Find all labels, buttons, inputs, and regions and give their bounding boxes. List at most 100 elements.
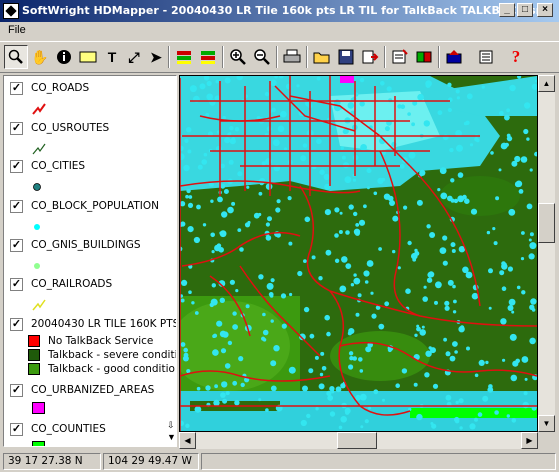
menu-file[interactable]: File (8, 24, 26, 36)
population-dot (425, 83, 431, 88)
layer-checkbox[interactable]: ✓ (10, 82, 23, 95)
layer-list-icon[interactable] (474, 45, 498, 69)
zoom-in-icon[interactable] (226, 45, 250, 69)
zoom-tool-icon[interactable] (4, 45, 28, 69)
population-dot (222, 115, 226, 120)
population-dot (188, 290, 192, 294)
population-dot (219, 330, 227, 338)
scroll-right-button[interactable]: ▶ (521, 432, 538, 449)
population-dot (280, 110, 287, 118)
population-dot (306, 413, 311, 419)
population-dot (453, 299, 457, 304)
population-dot (444, 300, 450, 306)
population-dot (499, 110, 504, 116)
population-dot (334, 233, 339, 238)
population-dot (429, 232, 436, 238)
layers-icon[interactable] (172, 45, 196, 69)
population-dot (237, 228, 242, 233)
layer-checkbox[interactable]: ✓ (10, 423, 23, 436)
scroll-up-arrow-icon[interactable]: ⇩ (167, 420, 175, 431)
population-dot (414, 333, 418, 337)
population-dot (499, 270, 505, 276)
scroll-down-button[interactable]: ▼ (538, 415, 555, 432)
population-dot (450, 242, 456, 248)
population-dot (187, 149, 192, 154)
layer-checkbox[interactable]: ✓ (10, 160, 23, 173)
population-dot (462, 266, 469, 274)
label-tool-icon[interactable] (76, 45, 100, 69)
population-dot (411, 252, 418, 260)
population-dot (281, 323, 287, 329)
properties-icon[interactable] (388, 45, 412, 69)
population-dot (266, 126, 272, 132)
add-layer-icon[interactable] (442, 45, 466, 69)
population-dot (426, 224, 431, 229)
population-dot (432, 383, 439, 389)
info-icon[interactable] (52, 45, 76, 69)
layer-edit-icon[interactable] (412, 45, 436, 69)
save-icon[interactable] (334, 45, 358, 69)
population-dot (469, 143, 474, 147)
app-icon[interactable] (3, 3, 19, 19)
menu-bar: File (0, 22, 559, 40)
population-dot (488, 268, 493, 274)
export-icon[interactable] (358, 45, 382, 69)
text-tool-icon[interactable]: T (100, 45, 124, 69)
layer-checkbox[interactable]: ✓ (10, 318, 23, 331)
population-dot (421, 325, 425, 329)
population-dot (452, 341, 458, 347)
population-dot (314, 355, 319, 360)
population-dot (304, 216, 311, 223)
population-dot (288, 366, 296, 374)
scroll-left-button[interactable]: ◀ (179, 432, 196, 449)
population-dot (185, 423, 190, 428)
line-tool-icon[interactable]: ⤢ (122, 45, 146, 69)
map-horizontal-scrollbar[interactable]: ◀ ▶ (179, 432, 538, 449)
close-button[interactable]: × (537, 3, 553, 17)
minimize-button[interactable]: _ (499, 3, 515, 17)
population-dot (520, 257, 525, 261)
maximize-button[interactable]: □ (517, 3, 533, 17)
population-dot (185, 194, 189, 199)
population-dot (232, 324, 238, 330)
scroll-down-arrow-icon[interactable]: ▼ (167, 432, 176, 442)
population-dot (520, 156, 528, 163)
population-dot (329, 411, 336, 417)
map-svg[interactable] (180, 76, 537, 431)
population-dot (237, 171, 243, 177)
layer-checkbox[interactable]: ✓ (10, 200, 23, 213)
vertical-scroll-thumb[interactable] (538, 203, 555, 243)
population-dot (439, 247, 447, 255)
pan-hand-icon[interactable]: ✋ (28, 45, 52, 69)
population-dot (280, 293, 287, 299)
population-dot (289, 292, 293, 297)
population-dot (206, 80, 212, 87)
population-dot (186, 188, 191, 194)
scroll-up-button[interactable]: ▲ (538, 75, 555, 92)
layer-checkbox[interactable]: ✓ (10, 278, 23, 291)
zoom-out-icon[interactable] (250, 45, 274, 69)
population-dot (508, 208, 516, 216)
select-arrow-icon[interactable]: ➤ (144, 45, 168, 69)
population-dot (181, 279, 188, 286)
help-icon[interactable]: ? (504, 45, 528, 69)
open-folder-icon[interactable] (310, 45, 334, 69)
population-dot (521, 356, 529, 363)
layer-checkbox[interactable]: ✓ (10, 122, 23, 135)
population-dot (247, 220, 251, 225)
layer-checkbox[interactable]: ✓ (10, 239, 23, 252)
population-dot (490, 151, 494, 155)
population-dot (411, 122, 415, 127)
map-canvas[interactable] (179, 75, 538, 432)
population-dot (353, 211, 358, 217)
layer-checkbox[interactable]: ✓ (10, 384, 23, 397)
print-icon[interactable] (280, 45, 304, 69)
population-dot (459, 426, 463, 430)
population-dot (323, 173, 330, 181)
layers-alt-icon[interactable] (196, 45, 220, 69)
map-vertical-scrollbar[interactable]: ▲ ▼ (538, 75, 555, 432)
population-dot (258, 191, 263, 196)
horizontal-scroll-thumb[interactable] (337, 432, 377, 449)
population-dot (216, 320, 223, 327)
population-dot (359, 101, 365, 107)
